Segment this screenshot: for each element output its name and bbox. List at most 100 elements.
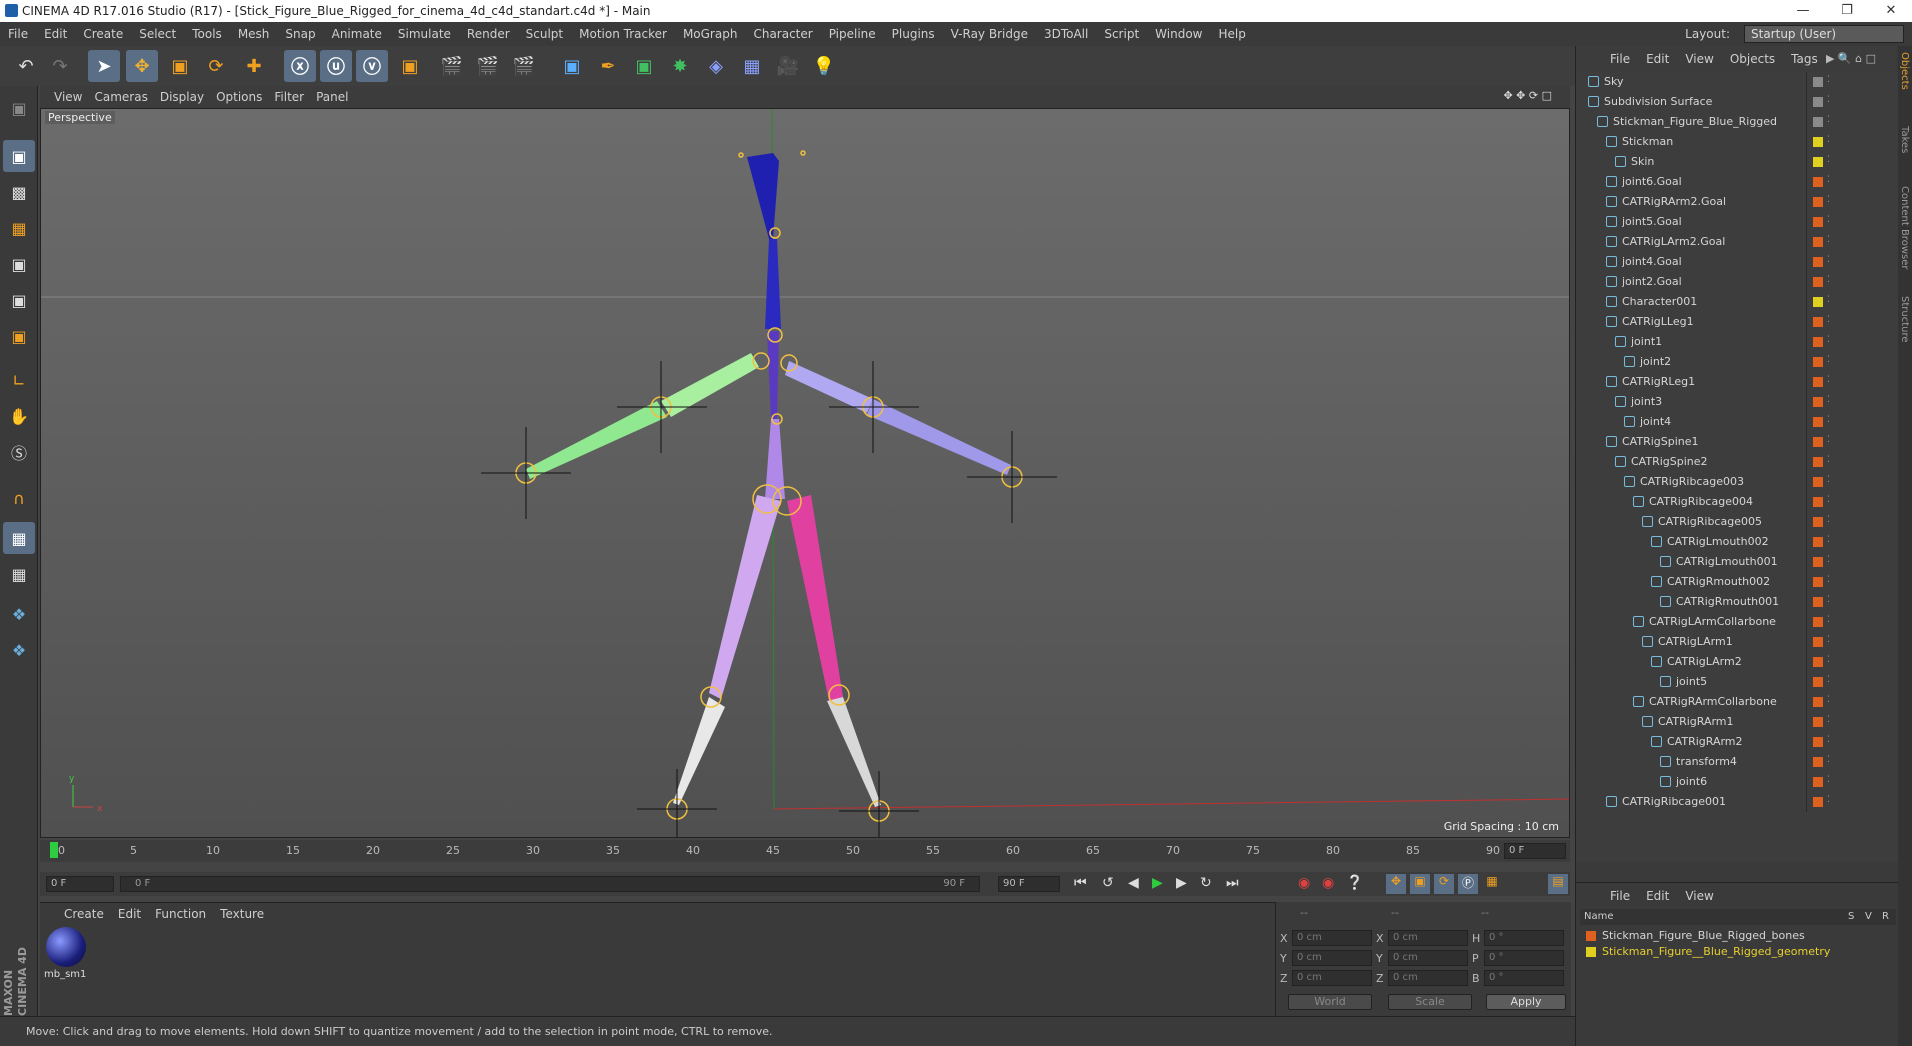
visibility-dots-icon[interactable]: ⁚ [1827, 755, 1830, 765]
object-row[interactable]: CATRigRibcage005 ⁚ [1576, 512, 1898, 532]
timeline-ruler[interactable]: 0 5 10 15 20 25 30 35 40 45 50 55 60 65 … [40, 840, 1570, 862]
keyframe-selection-icon[interactable]: ❔ [1346, 875, 1363, 891]
object-row[interactable]: CATRigRArm2 ⁚ [1576, 732, 1898, 752]
object-row[interactable]: CATRigRibcage003 ⁚ [1576, 472, 1898, 492]
render-picture-viewer-icon[interactable]: 🎬 [472, 50, 504, 82]
mograph-cloner-icon[interactable]: ✸ [664, 50, 696, 82]
menu-mesh[interactable]: Mesh [230, 27, 278, 41]
visibility-dots-icon[interactable]: ⁚ [1827, 695, 1830, 705]
key-position-icon[interactable]: ✥ [1386, 874, 1406, 894]
viewport-menu-options[interactable]: Options [216, 90, 274, 104]
object-tree[interactable]: Sky ⁚ Subdivision Surface ⁚ Stickman_Figure_… [1576, 72, 1898, 862]
layer-color-swatch[interactable] [1813, 377, 1823, 387]
redo-icon[interactable]: ↷ [44, 50, 76, 82]
menu-3dtoall[interactable]: 3DToAll [1036, 27, 1096, 41]
object-row[interactable]: CATRigRibcage001 ⁚ [1576, 792, 1898, 812]
python-script-icon[interactable]: ❖ [3, 634, 35, 666]
model-mode-icon[interactable]: ▣ [3, 140, 35, 172]
key-pla-icon[interactable]: ▦ [1482, 874, 1502, 894]
frame-range-slider[interactable]: 0 F 90 F [120, 876, 980, 892]
key-parameter-icon[interactable]: Ⓟ [1458, 874, 1478, 894]
layer-color-swatch[interactable] [1813, 457, 1823, 467]
transform-tool-icon[interactable]: ✚ [238, 50, 270, 82]
timeline-window-icon[interactable]: ▤ [1548, 874, 1568, 894]
size-y-field[interactable]: 0 cm [1388, 950, 1468, 966]
object-row[interactable]: transform4 ⁚ [1576, 752, 1898, 772]
move-tool-icon[interactable]: ✥ [126, 50, 158, 82]
pos-z-field[interactable]: 0 cm [1292, 970, 1372, 986]
menu-script[interactable]: Script [1096, 27, 1147, 41]
menu-motion-tracker[interactable]: Motion Tracker [571, 27, 675, 41]
layer-color-swatch[interactable] [1813, 117, 1823, 127]
minimize-icon[interactable]: — [1786, 0, 1820, 22]
pen-spline-icon[interactable]: ✒ [592, 50, 624, 82]
visibility-dots-icon[interactable]: ⁚ [1827, 735, 1830, 745]
goto-start-icon[interactable]: ⏮ [1074, 875, 1087, 891]
stickman-scene[interactable]: yx [41, 109, 1570, 838]
menu-select[interactable]: Select [131, 27, 184, 41]
size-x-field[interactable]: 0 cm [1388, 930, 1468, 946]
layer-color-swatch[interactable] [1813, 557, 1823, 567]
layer-color-swatch[interactable] [1813, 777, 1823, 787]
apply-button[interactable]: Apply [1486, 994, 1566, 1010]
subdivision-icon[interactable]: ▣ [628, 50, 660, 82]
layer-color-swatch[interactable] [1813, 157, 1823, 167]
visibility-dots-icon[interactable]: ⁚ [1827, 475, 1830, 485]
layer-color-swatch[interactable] [1813, 417, 1823, 427]
end-frame-field[interactable]: 90 F [998, 876, 1060, 892]
object-row[interactable]: CATRigLmouth001 ⁚ [1576, 552, 1898, 572]
object-row[interactable]: CATRigRLeg1 ⁚ [1576, 372, 1898, 392]
menu-window[interactable]: Window [1147, 27, 1210, 41]
object-manager-nav-icons[interactable]: ▶ 🔍 ⌂ □ [1826, 52, 1892, 65]
layer-color-swatch[interactable] [1813, 477, 1823, 487]
coordinate-system-icon[interactable]: ▣ [394, 50, 426, 82]
viewport-nav-icons[interactable]: ✥ ✥ ⟳ □ [1503, 89, 1564, 102]
visibility-dots-icon[interactable]: ⁚ [1827, 295, 1830, 305]
size-z-field[interactable]: 0 cm [1388, 970, 1468, 986]
layer-color-swatch[interactable] [1813, 437, 1823, 447]
visibility-dots-icon[interactable]: ⁚ [1827, 255, 1830, 265]
object-row[interactable]: joint3 ⁚ [1576, 392, 1898, 412]
axis-mode-icon[interactable]: ∟ [3, 364, 35, 396]
next-frame-icon[interactable]: ▶ [1176, 875, 1187, 891]
layer-color-swatch[interactable] [1813, 757, 1823, 767]
menu-vray-bridge[interactable]: V-Ray Bridge [943, 27, 1036, 41]
start-frame-field[interactable]: 0 F [46, 876, 114, 892]
object-row[interactable]: joint6 ⁚ [1576, 772, 1898, 792]
object-row[interactable]: CATRigSpine2 ⁚ [1576, 452, 1898, 472]
objects-menu-file[interactable]: File [1610, 52, 1646, 66]
z-axis-icon[interactable]: ⓥ [356, 50, 388, 82]
rotate-tool-icon[interactable]: ⟳ [200, 50, 232, 82]
visibility-dots-icon[interactable]: ⁚ [1827, 555, 1830, 565]
layer-color-swatch[interactable] [1813, 237, 1823, 247]
objects-menu-objects[interactable]: Objects [1730, 52, 1791, 66]
menu-help[interactable]: Help [1210, 27, 1253, 41]
play-icon[interactable]: ▶ [1152, 875, 1163, 891]
menu-snap[interactable]: Snap [277, 27, 323, 41]
visibility-dots-icon[interactable]: ⁚ [1827, 155, 1830, 165]
material-swatch[interactable]: mb_sm1 [44, 927, 88, 985]
visibility-dots-icon[interactable]: ⁚ [1827, 655, 1830, 665]
side-tab-takes[interactable]: Takes [1899, 126, 1910, 153]
edges-mode-icon[interactable]: ▣ [3, 284, 35, 316]
visibility-dots-icon[interactable]: ⁚ [1827, 175, 1830, 185]
object-row[interactable]: CATRigLArmCollarbone ⁚ [1576, 612, 1898, 632]
object-row[interactable]: joint4.Goal ⁚ [1576, 252, 1898, 272]
menu-sculpt[interactable]: Sculpt [518, 27, 571, 41]
layer-color-swatch[interactable] [1813, 637, 1823, 647]
light-icon[interactable]: 💡 [808, 50, 840, 82]
menu-character[interactable]: Character [745, 27, 820, 41]
object-row[interactable]: CATRigLmouth002 ⁚ [1576, 532, 1898, 552]
visibility-dots-icon[interactable]: ⁚ [1827, 595, 1830, 605]
object-row[interactable]: joint6.Goal ⁚ [1576, 172, 1898, 192]
visibility-dots-icon[interactable]: ⁚ [1827, 135, 1830, 145]
undo-icon[interactable]: ↶ [10, 50, 42, 82]
object-row[interactable]: joint5 ⁚ [1576, 672, 1898, 692]
y-axis-icon[interactable]: ⓤ [320, 50, 352, 82]
camera-icon[interactable]: 🎥 [772, 50, 804, 82]
visibility-dots-icon[interactable]: ⁚ [1827, 515, 1830, 525]
layer-color-swatch[interactable] [1813, 597, 1823, 607]
layer-menu-file[interactable]: File [1610, 889, 1646, 907]
layer-color-swatch[interactable] [1813, 77, 1823, 87]
world-dropdown[interactable]: World [1288, 994, 1372, 1010]
